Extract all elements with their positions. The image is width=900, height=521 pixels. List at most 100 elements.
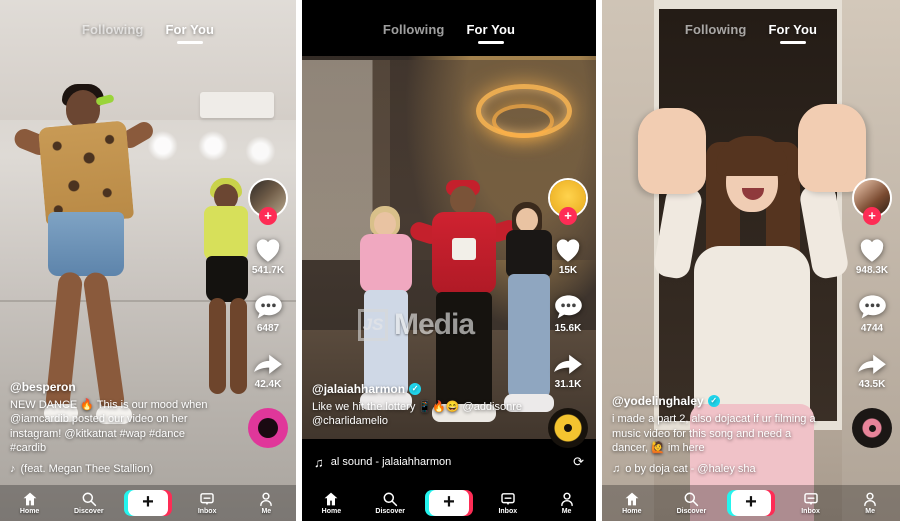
dancer-b-yellow-top bbox=[204, 206, 248, 260]
dancer-right-black-top bbox=[506, 230, 552, 278]
comment-count: 6487 bbox=[256, 323, 280, 334]
tab-inbox[interactable]: Inbox bbox=[178, 491, 237, 515]
tab-for-you[interactable]: For You bbox=[768, 22, 817, 37]
dancer-left-pink-top bbox=[360, 234, 412, 292]
share-count: 31.1K bbox=[554, 379, 582, 390]
verified-badge-icon: ✓ bbox=[707, 395, 720, 408]
tab-discover-label: Discover bbox=[676, 508, 707, 515]
caption-block-center: @jalaiahharmon ✓ Like we hit the lottery… bbox=[312, 382, 524, 429]
author-username[interactable]: @jalaiahharmon ✓ bbox=[312, 382, 524, 396]
comment-icon bbox=[254, 295, 282, 319]
dancer-b-shorts bbox=[206, 256, 248, 302]
tab-discover[interactable]: Discover bbox=[361, 491, 420, 515]
tab-inbox-label: Inbox bbox=[801, 508, 820, 515]
comment-icon bbox=[554, 295, 582, 319]
dancer-right-head bbox=[516, 208, 538, 232]
music-disc[interactable] bbox=[248, 408, 288, 448]
share-arrow-icon bbox=[858, 354, 886, 374]
avatar[interactable]: + bbox=[548, 178, 588, 225]
tab-me-label: Me bbox=[865, 508, 876, 515]
tab-home-label: Home bbox=[622, 508, 642, 515]
create-wrap: + bbox=[118, 490, 177, 516]
comment-action-right[interactable]: 4744 bbox=[858, 294, 887, 334]
comment-action-center[interactable]: 15.6K bbox=[554, 294, 583, 334]
tab-home[interactable]: Home bbox=[302, 491, 361, 515]
share-action-center[interactable]: 31.1K bbox=[553, 352, 583, 390]
tab-discover[interactable]: Discover bbox=[59, 491, 118, 515]
music-bar-center[interactable]: ♫ al sound - jalaiahharmon ⟳ bbox=[302, 439, 596, 485]
music-disc[interactable] bbox=[852, 408, 892, 448]
heart-icon bbox=[256, 239, 280, 262]
create-wrap: + bbox=[721, 490, 781, 516]
inbox-icon bbox=[501, 493, 515, 505]
like-action-right[interactable]: 948.3K bbox=[856, 236, 888, 276]
tab-me[interactable]: Me bbox=[537, 491, 596, 515]
music-row[interactable]: ♫ o by doja cat - @haley sha bbox=[612, 463, 827, 475]
create-wrap: + bbox=[420, 490, 479, 516]
caption-block-right: @yodelinghaley ✓ i made a part 2, also d… bbox=[612, 394, 827, 475]
dancer-left-head bbox=[374, 212, 396, 236]
share-action-left[interactable]: 42.4K bbox=[253, 352, 283, 390]
like-action-center[interactable]: 15K bbox=[553, 236, 583, 276]
tab-following[interactable]: Following bbox=[383, 22, 445, 37]
tab-for-you[interactable]: For You bbox=[466, 22, 515, 37]
follow-button[interactable]: + bbox=[863, 207, 881, 225]
caption-text: Like we hit the lottery 📱🔥😄 @addisonre @… bbox=[312, 400, 523, 428]
tab-discover[interactable]: Discover bbox=[662, 491, 722, 515]
plus-icon: + bbox=[745, 491, 757, 513]
create-video-button[interactable]: + bbox=[123, 490, 172, 516]
comment-action-left[interactable]: 6487 bbox=[254, 294, 283, 334]
music-row[interactable]: ♪ (feat. Megan Thee Stallion) bbox=[10, 463, 223, 475]
tab-home[interactable]: Home bbox=[0, 491, 59, 515]
wall-ac-unit bbox=[200, 92, 274, 118]
watermark-badge: JS bbox=[358, 309, 388, 341]
like-action-left[interactable]: 541.7K bbox=[252, 236, 284, 276]
action-rail-center: + 15K 15.6K 31.1K bbox=[548, 178, 588, 448]
author-username[interactable]: @besperon bbox=[10, 380, 223, 394]
music-note-icon: ♫ bbox=[612, 463, 621, 475]
tab-me[interactable]: Me bbox=[237, 491, 296, 515]
avatar[interactable]: + bbox=[852, 178, 892, 225]
tab-following[interactable]: Following bbox=[82, 22, 144, 37]
dancer-a-denim-shorts bbox=[48, 212, 124, 276]
search-icon bbox=[684, 492, 699, 507]
tab-home-label: Home bbox=[321, 508, 342, 515]
share-arrow-icon bbox=[554, 354, 582, 374]
subject-left-hand bbox=[638, 108, 706, 194]
three-screenshot-strip: Following For You + 541.7K 6487 42.4K @b… bbox=[0, 0, 900, 521]
music-note-icon: ♫ bbox=[314, 454, 324, 470]
tab-me[interactable]: Me bbox=[840, 491, 900, 515]
tab-inbox-label: Inbox bbox=[197, 508, 217, 515]
home-icon bbox=[625, 492, 639, 506]
follow-button[interactable]: + bbox=[259, 207, 277, 225]
share-action-right[interactable]: 43.5K bbox=[857, 352, 887, 390]
follow-button[interactable]: + bbox=[559, 207, 577, 225]
tab-me-label: Me bbox=[261, 508, 272, 515]
tiktok-screen-left: Following For You + 541.7K 6487 42.4K @b… bbox=[0, 0, 296, 521]
tab-following[interactable]: Following bbox=[685, 22, 747, 37]
author-username[interactable]: @yodelinghaley ✓ bbox=[612, 394, 827, 408]
comment-icon bbox=[858, 295, 886, 319]
tab-discover-label: Discover bbox=[375, 508, 405, 515]
plus-icon: + bbox=[142, 491, 154, 513]
tab-home-label: Home bbox=[19, 508, 40, 515]
person-icon bbox=[560, 492, 573, 507]
home-icon bbox=[23, 492, 36, 506]
tab-for-you[interactable]: For You bbox=[165, 22, 214, 37]
like-count: 541.7K bbox=[251, 265, 285, 276]
tab-inbox[interactable]: Inbox bbox=[478, 491, 537, 515]
username-text: @yodelinghaley bbox=[612, 394, 704, 409]
tab-inbox[interactable]: Inbox bbox=[781, 491, 841, 515]
top-feed-tabs-center: Following For You bbox=[302, 22, 596, 37]
heart-icon bbox=[860, 239, 884, 262]
username-text: @jalaiahharmon bbox=[312, 381, 406, 396]
dancer-center-head bbox=[450, 186, 476, 214]
search-icon bbox=[383, 492, 398, 507]
search-icon bbox=[82, 492, 96, 507]
dancer-b-right-leg bbox=[230, 298, 247, 394]
tab-home[interactable]: Home bbox=[602, 491, 662, 515]
create-video-button[interactable]: + bbox=[726, 490, 775, 516]
avatar[interactable]: + bbox=[248, 178, 288, 225]
create-video-button[interactable]: + bbox=[424, 490, 473, 516]
js-media-watermark: JS Media bbox=[358, 308, 475, 342]
